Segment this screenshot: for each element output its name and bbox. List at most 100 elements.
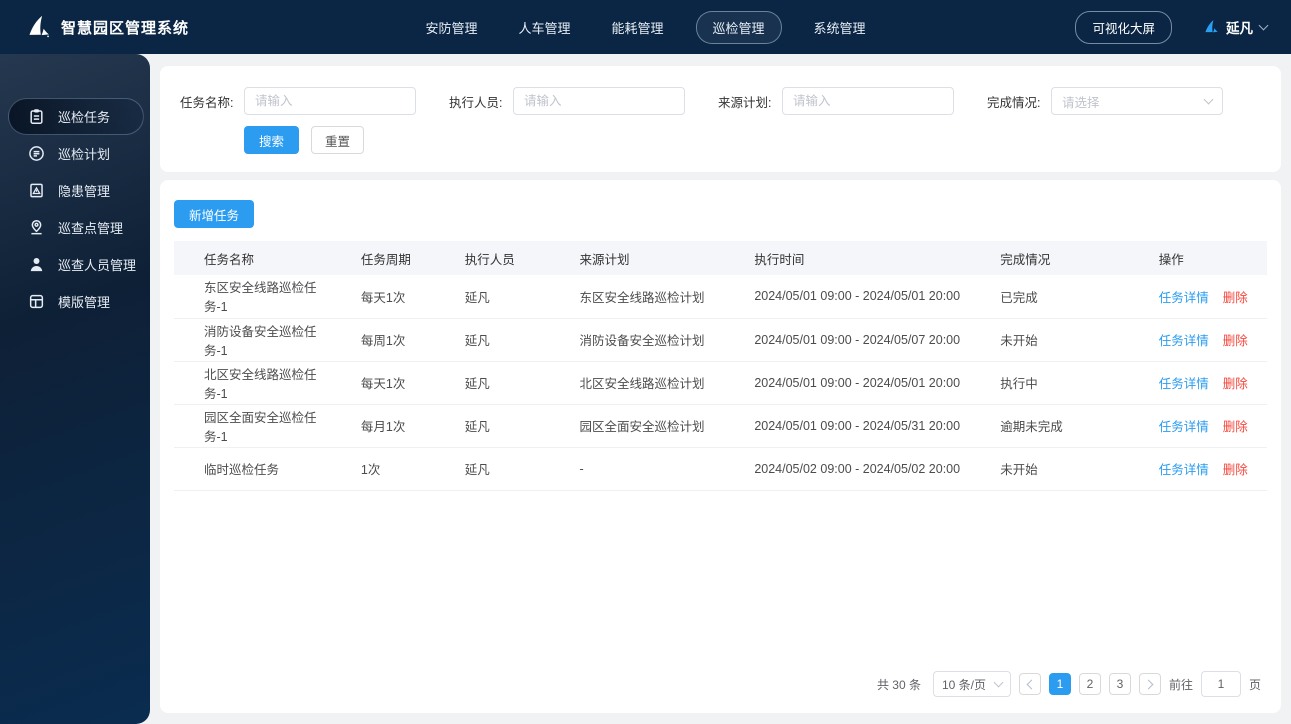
page-button-2[interactable]: 2 [1078,673,1101,695]
next-page-button[interactable] [1138,673,1161,695]
filter-executor: 执行人员: [449,87,685,115]
table-header-row: 任务名称 任务周期 执行人员 来源计划 执行时间 完成情况 操作 [174,241,1267,275]
table-row: 消防设备安全巡检任务-1 每周1次 延凡 消防设备安全巡检计划 2024/05/… [174,318,1267,362]
chevron-down-icon [1203,94,1214,105]
cell-source-plan: - [567,447,743,491]
cell-cycle: 1次 [348,447,453,491]
cell-executor: 延凡 [452,404,568,448]
status-select-placeholder: 请选择 [1062,95,1100,110]
sidebar-item-inspector-management[interactable]: 巡查人员管理 [0,246,150,283]
app-title: 智慧园区管理系统 [61,19,190,37]
sidebar: 巡检任务 巡检计划 隐患管理 巡查点管理 巡查人员管理 模版管理 [0,54,150,724]
cell-source-plan: 北区安全线路巡检计划 [567,361,743,405]
goto-page-input[interactable] [1200,671,1241,697]
sidebar-item-label: 巡检计划 [58,147,111,162]
col-task-name: 任务名称 [174,241,349,275]
user-avatar-sail-icon [1202,19,1219,36]
main-content: 任务名称: 执行人员: 来源计划: 完成情况: 请选择 搜索 重置 [150,54,1291,724]
cell-exec-time: 2024/05/01 09:00 - 2024/05/01 20:00 [742,275,989,319]
nav-item-energy[interactable]: 能耗管理 [602,11,672,44]
pagination: 共 30 条 10 条/页 1 2 3 前往 页 [877,671,1261,697]
brand: 智慧园区管理系统 [24,14,189,41]
filter-panel: 任务名称: 执行人员: 来源计划: 完成情况: 请选择 搜索 重置 [160,66,1281,172]
task-table: 任务名称 任务周期 执行人员 来源计划 执行时间 完成情况 操作 东区安全线路巡… [174,241,1267,491]
delete-link[interactable]: 删除 [1223,420,1248,434]
cell-status: 逾期未完成 [988,404,1147,448]
task-name-input[interactable] [244,87,416,115]
col-actions: 操作 [1146,241,1267,275]
nav-item-security[interactable]: 安防管理 [416,11,486,44]
nav-item-system[interactable]: 系统管理 [805,11,875,44]
delete-link[interactable]: 删除 [1223,291,1248,305]
chevron-down-icon [993,677,1004,688]
add-task-button[interactable]: 新增任务 [174,200,255,228]
cell-executor: 延凡 [452,318,568,362]
sidebar-item-inspection-plan[interactable]: 巡检计划 [0,135,150,172]
page-size-select[interactable]: 10 条/页 [932,671,1011,697]
location-pin-icon [28,219,45,236]
task-table-panel: 新增任务 任务名称 任务周期 执行人员 来源计划 执行时间 完成情况 操作 东区… [160,180,1281,713]
person-icon [28,256,45,273]
user-menu[interactable]: 延凡 [1202,17,1269,37]
sidebar-item-hazard-management[interactable]: 隐患管理 [0,172,150,209]
goto-suffix: 页 [1248,677,1261,692]
delete-link[interactable]: 删除 [1223,377,1248,391]
nav-item-inspection[interactable]: 巡检管理 [695,10,782,44]
table-row: 园区全面安全巡检任务-1 每月1次 延凡 园区全面安全巡检计划 2024/05/… [174,404,1267,448]
sail-logo-icon [24,14,51,41]
sidebar-item-label: 巡查人员管理 [58,258,137,273]
top-menu: 安防管理 人车管理 能耗管理 巡检管理 系统管理 [416,10,875,44]
task-detail-link[interactable]: 任务详情 [1159,377,1209,391]
top-navbar: 智慧园区管理系统 安防管理 人车管理 能耗管理 巡检管理 系统管理 可视化大屏 … [0,0,1291,54]
goto-label: 前往 [1168,677,1193,692]
filter-source-plan: 来源计划: [718,87,954,115]
cell-cycle: 每月1次 [348,404,453,448]
page-button-3[interactable]: 3 [1108,673,1131,695]
sidebar-item-inspection-task[interactable]: 巡检任务 [8,98,144,135]
sidebar-item-template-management[interactable]: 模版管理 [0,283,150,320]
sidebar-item-label: 模版管理 [58,295,111,310]
cell-status: 未开始 [988,447,1147,491]
delete-link[interactable]: 删除 [1223,334,1248,348]
reset-button[interactable]: 重置 [311,126,365,154]
cell-exec-time: 2024/05/01 09:00 - 2024/05/01 20:00 [742,361,989,405]
nav-item-people-vehicle[interactable]: 人车管理 [509,11,579,44]
delete-link[interactable]: 删除 [1223,463,1248,477]
cell-task-name: 临时巡检任务 [174,447,349,491]
task-detail-link[interactable]: 任务详情 [1159,334,1209,348]
page-button-1[interactable]: 1 [1048,673,1071,695]
executor-label: 执行人员: [449,95,503,110]
task-detail-link[interactable]: 任务详情 [1159,291,1209,305]
task-name-label: 任务名称: [180,95,234,110]
hazard-document-icon [28,182,45,199]
cell-task-name: 北区安全线路巡检任务-1 [174,361,349,405]
cell-status: 未开始 [988,318,1147,362]
search-button[interactable]: 搜索 [244,126,300,154]
col-status: 完成情况 [988,241,1147,275]
cell-executor: 延凡 [452,361,568,405]
cell-source-plan: 东区安全线路巡检计划 [567,275,743,319]
user-name: 延凡 [1226,21,1253,36]
visual-screen-button[interactable]: 可视化大屏 [1075,10,1172,44]
source-plan-input[interactable] [782,87,954,115]
table-row: 东区安全线路巡检任务-1 每天1次 延凡 东区安全线路巡检计划 2024/05/… [174,275,1267,319]
executor-input[interactable] [513,87,685,115]
cell-source-plan: 消防设备安全巡检计划 [567,318,743,362]
chevron-down-icon [1258,20,1269,30]
col-exec-time: 执行时间 [742,241,989,275]
cell-task-name: 园区全面安全巡检任务-1 [174,404,349,448]
cell-status: 执行中 [988,361,1147,405]
table-row: 临时巡检任务 1次 延凡 - 2024/05/02 09:00 - 2024/0… [174,447,1267,491]
page-size-value: 10 条/页 [941,677,986,692]
cell-exec-time: 2024/05/01 09:00 - 2024/05/07 20:00 [742,318,989,362]
sidebar-item-checkpoint-management[interactable]: 巡查点管理 [0,209,150,246]
col-executor: 执行人员 [452,241,568,275]
prev-page-button[interactable] [1018,673,1041,695]
task-detail-link[interactable]: 任务详情 [1159,463,1209,477]
source-plan-label: 来源计划: [718,95,772,110]
task-detail-link[interactable]: 任务详情 [1159,420,1209,434]
status-select[interactable]: 请选择 [1051,87,1223,115]
col-source-plan: 来源计划 [567,241,743,275]
topbar-right: 可视化大屏 延凡 [1075,10,1269,44]
table-row: 北区安全线路巡检任务-1 每天1次 延凡 北区安全线路巡检计划 2024/05/… [174,361,1267,405]
